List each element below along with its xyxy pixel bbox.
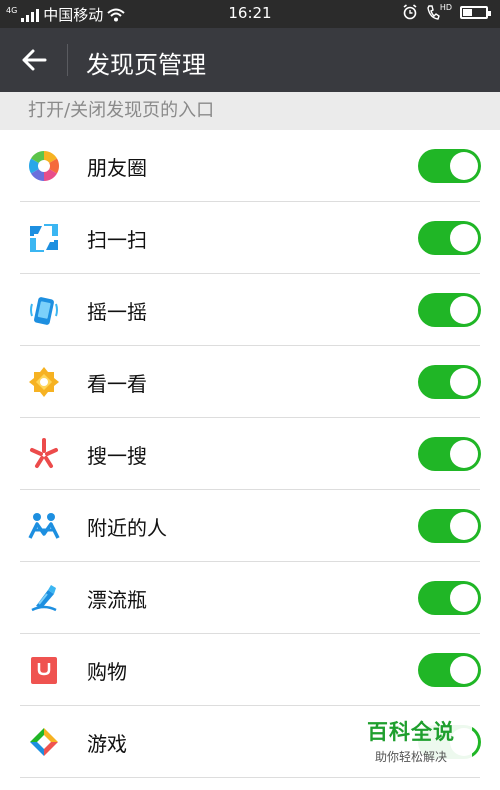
- toggle-switch[interactable]: [418, 581, 481, 615]
- item-label: 购物: [87, 660, 127, 684]
- watermark-title: 百科全说: [367, 720, 455, 744]
- item-label: 搜一搜: [87, 444, 147, 468]
- moments-icon: [28, 151, 60, 181]
- item-label: 摇一摇: [87, 300, 147, 324]
- section-header: 打开/关闭发现页的入口: [0, 92, 500, 130]
- toggle-knob: [450, 224, 478, 252]
- title-divider: [67, 44, 68, 76]
- toggle-switch[interactable]: [418, 437, 481, 471]
- scan-icon: [30, 224, 58, 252]
- item-label: 看一看: [87, 372, 147, 396]
- toggle-switch[interactable]: [418, 221, 481, 255]
- list-item-shake: 摇一摇: [0, 274, 500, 346]
- watermark-subtitle: 助你轻松解决: [374, 750, 447, 764]
- list-item-drift-bottle: 漂流瓶: [0, 562, 500, 634]
- people-nearby-icon: [28, 513, 60, 539]
- toggle-knob: [450, 584, 478, 612]
- status-right: HD: [402, 2, 491, 20]
- search-spark-icon: [30, 438, 58, 468]
- shopping-bag-icon: [31, 657, 57, 684]
- phone-icon: [427, 5, 440, 20]
- shake-icon: [30, 297, 58, 325]
- drift-bottle-icon: [31, 585, 57, 612]
- list-item-people-nearby: 附近的人: [0, 490, 500, 562]
- back-arrow-icon: [22, 49, 47, 71]
- item-label: 扫一扫: [87, 228, 147, 252]
- back-button[interactable]: [14, 42, 54, 78]
- toggle-knob: [450, 296, 478, 324]
- item-label: 附近的人: [87, 516, 167, 540]
- toggle-switch[interactable]: [418, 365, 481, 399]
- toggle-knob: [450, 368, 478, 396]
- toggle-knob: [450, 656, 478, 684]
- title-bar: 发现页管理: [0, 28, 500, 92]
- item-label: 漂流瓶: [87, 588, 147, 612]
- row-divider: [20, 777, 480, 778]
- toggle-switch[interactable]: [418, 149, 481, 183]
- page-title: 发现页管理: [86, 51, 206, 79]
- toggle-knob: [450, 440, 478, 468]
- watermark: 百科全说 助你轻松解决: [350, 706, 472, 768]
- alarm-icon: [403, 4, 417, 20]
- list-item-top-stories: 看一看: [0, 346, 500, 418]
- item-label: 游戏: [87, 732, 127, 756]
- hd-tag: HD: [439, 2, 452, 12]
- games-icon: [30, 728, 58, 756]
- entry-list: 朋友圈 扫一扫 摇一摇 看一看 搜一搜 附近的人 漂流瓶 购物 游戏: [0, 130, 500, 778]
- status-bar: 4G 中国移动 16:21 HD: [0, 0, 500, 28]
- hd-call-indicator: HD: [426, 2, 452, 20]
- battery-icon: [460, 5, 491, 19]
- toggle-knob: [450, 152, 478, 180]
- top-stories-icon: [29, 367, 59, 397]
- toggle-knob: [450, 512, 478, 540]
- list-item-scan: 扫一扫: [0, 202, 500, 274]
- toggle-switch[interactable]: [418, 293, 481, 327]
- list-item-shopping: 购物: [0, 634, 500, 706]
- toggle-switch[interactable]: [418, 653, 481, 687]
- list-item-moments: 朋友圈: [0, 130, 500, 202]
- toggle-switch[interactable]: [418, 509, 481, 543]
- list-item-search: 搜一搜: [0, 418, 500, 490]
- item-label: 朋友圈: [87, 156, 147, 180]
